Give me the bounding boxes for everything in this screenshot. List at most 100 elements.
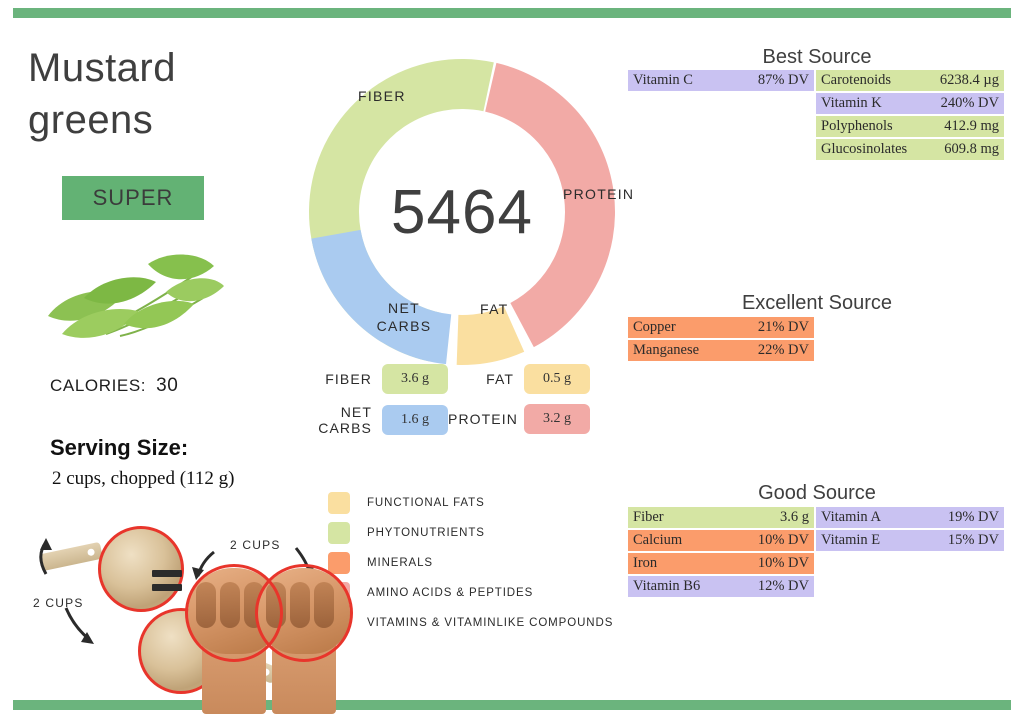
macro-fat-label: FAT	[486, 371, 514, 387]
title-line-1: Mustard	[28, 46, 176, 90]
macro-protein-value: 3.2 g	[524, 404, 590, 434]
best-source-left-column: Vitamin C 87% DV	[628, 70, 814, 93]
macro-donut-chart: 5464	[307, 57, 617, 367]
page-title: Mustard greens	[28, 42, 298, 146]
best-source-title: Best Source	[762, 46, 872, 68]
macro-netcarbs-label: NET CARBS	[312, 404, 372, 436]
source-nutrient-name: Vitamin A	[821, 509, 881, 525]
serving-size-value: 2 cups, chopped (112 g)	[52, 468, 235, 489]
super-badge-label: SUPER	[92, 185, 174, 210]
macro-chips: FIBER 3.6 g FAT 0.5 g NET CARBS 1.6 g PR…	[312, 360, 604, 446]
legend-item-2: MINERALS	[328, 548, 618, 578]
source-row: Vitamin K 240% DV	[816, 93, 1004, 114]
source-nutrient-value: 19% DV	[947, 509, 999, 525]
source-nutrient-name: Fiber	[633, 509, 664, 525]
source-nutrient-value: 12% DV	[757, 578, 809, 594]
macro-protein: PROTEIN 3.2 g	[448, 404, 590, 434]
title-line-2: greens	[28, 98, 154, 142]
legend-item-0: FUNCTIONAL FATS	[328, 488, 618, 518]
source-nutrient-value: 87% DV	[757, 72, 809, 88]
source-nutrient-name: Polyphenols	[821, 118, 893, 134]
donut-label-fat: FAT	[480, 301, 509, 317]
source-row: Manganese 22% DV	[628, 340, 814, 361]
donut-label-protein: PROTEIN	[563, 186, 635, 202]
legend-label: PHYTONUTRIENTS	[367, 527, 485, 539]
source-row: Vitamin A 19% DV	[816, 507, 1004, 528]
donut-label-fiber: FIBER	[358, 88, 406, 104]
nutrient-legend: FUNCTIONAL FATS PHYTONUTRIENTS MINERALS AMI…	[328, 488, 618, 638]
macro-fiber-value: 3.6 g	[382, 364, 448, 394]
source-nutrient-name: Calcium	[633, 532, 683, 548]
source-nutrient-name: Glucosinolates	[821, 141, 908, 157]
macro-netcarbs-value: 1.6 g	[382, 405, 448, 435]
excellent-source-left-column: Copper 21% DV Manganese 22% DV	[628, 317, 814, 363]
calories-value: 30	[156, 375, 179, 396]
source-row: Carotenoids 6238.4 µg	[816, 70, 1004, 91]
legend-swatch-icon	[328, 492, 350, 514]
fist-outline-circle	[255, 564, 353, 662]
good-source-right-column: Vitamin A 19% DV Vitamin E 15% DV	[816, 507, 1004, 553]
source-nutrient-name: Vitamin E	[821, 532, 881, 548]
legend-item-4: VITAMINS & VITAMINLIKE COMPOUNDS	[328, 608, 618, 638]
source-nutrient-name: Vitamin K	[821, 95, 882, 111]
source-row: Calcium 10% DV	[628, 530, 814, 551]
source-nutrient-value: 6238.4 µg	[939, 72, 999, 88]
source-row: Glucosinolates 609.8 mg	[816, 139, 1004, 160]
macro-fat: FAT 0.5 g	[460, 364, 590, 394]
source-nutrient-name: Carotenoids	[821, 72, 892, 88]
equals-sign	[152, 570, 182, 598]
source-nutrient-value: 21% DV	[757, 319, 809, 335]
macro-fiber: FIBER 3.6 g	[312, 364, 448, 394]
legend-item-1: PHYTONUTRIENTS	[328, 518, 618, 548]
legend-label: AMINO ACIDS & PEPTIDES	[367, 587, 534, 599]
calories-row: CALORIES: 30	[50, 375, 178, 397]
macro-protein-label: PROTEIN	[448, 411, 518, 427]
donut-label-netcarbs: NET CARBS	[373, 299, 435, 335]
legend-label: VITAMINS & VITAMINLIKE COMPOUNDS	[367, 617, 614, 629]
source-row: Fiber 3.6 g	[628, 507, 814, 528]
macro-fat-value: 0.5 g	[524, 364, 590, 394]
donut-center-value: 5464	[391, 177, 533, 247]
super-badge: SUPER	[62, 176, 204, 220]
source-nutrient-name: Vitamin C	[633, 72, 693, 88]
source-nutrient-name: Manganese	[633, 342, 700, 358]
source-nutrient-value: 22% DV	[757, 342, 809, 358]
good-source-left-column: Fiber 3.6 g Calcium 10% DV Iron 10% DV Vitamin…	[628, 507, 814, 599]
source-row: Vitamin C 87% DV	[628, 70, 814, 91]
legend-swatch-icon	[328, 522, 350, 544]
source-nutrient-value: 412.9 mg	[944, 118, 999, 134]
legend-label: FUNCTIONAL FATS	[367, 497, 485, 509]
netcarbs-line1: NET	[388, 300, 420, 316]
source-nutrient-value: 10% DV	[757, 555, 809, 571]
macro-fiber-label: FIBER	[325, 371, 372, 387]
source-nutrient-name: Iron	[633, 555, 658, 571]
bottom-accent-bar	[13, 700, 1011, 710]
source-nutrient-value: 10% DV	[757, 532, 809, 548]
macro-netcarbs-line1: NET	[340, 404, 372, 420]
legend-label: MINERALS	[367, 557, 433, 569]
macro-netcarbs: NET CARBS 1.6 g	[312, 404, 448, 436]
source-nutrient-value: 240% DV	[940, 95, 999, 111]
source-row: Polyphenols 412.9 mg	[816, 116, 1004, 137]
best-source-right-column: Carotenoids 6238.4 µg Vitamin K 240% DV Poly…	[816, 70, 1004, 162]
source-row: Copper 21% DV	[628, 317, 814, 338]
source-row: Vitamin E 15% DV	[816, 530, 1004, 551]
source-nutrient-value: 3.6 g	[780, 509, 809, 525]
mustard-greens-photo	[48, 254, 224, 338]
source-row: Iron 10% DV	[628, 553, 814, 574]
serving-size-label: Serving Size:	[50, 435, 189, 460]
cups-label-right: 2 CUPS	[230, 538, 281, 552]
source-nutrient-name: Vitamin B6	[633, 578, 701, 594]
macro-netcarbs-line2: CARBS	[318, 420, 372, 436]
source-nutrient-value: 15% DV	[947, 532, 999, 548]
good-source-title: Good Source	[758, 482, 876, 504]
source-nutrient-value: 609.8 mg	[944, 141, 999, 157]
excellent-source-title: Excellent Source	[741, 292, 893, 314]
calories-label: CALORIES:	[50, 376, 147, 395]
legend-item-3: AMINO ACIDS & PEPTIDES	[328, 578, 618, 608]
top-accent-bar	[13, 8, 1011, 18]
legend-swatch-icon	[328, 552, 350, 574]
cups-label-left: 2 CUPS	[33, 596, 84, 610]
source-row: Vitamin B6 12% DV	[628, 576, 814, 597]
netcarbs-line2: CARBS	[376, 318, 432, 334]
